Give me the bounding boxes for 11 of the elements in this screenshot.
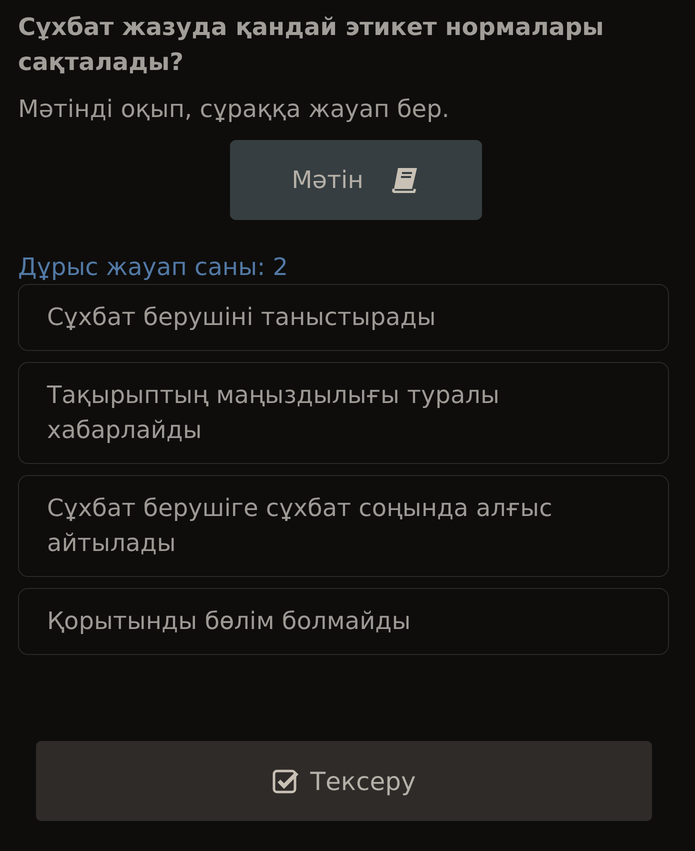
instruction-text: Мәтінді оқып, сұраққа жауап бер.	[18, 94, 450, 124]
question-title: Сұхбат жазуда қандай этикет нормалары сақталады?	[18, 12, 605, 78]
check-button[interactable]: Тексеру	[36, 741, 652, 821]
answer-option[interactable]: Сұхбат берушіні таныстырады	[18, 284, 669, 351]
answer-option[interactable]: Тақырыптың маңыздылығы туралы хабарлайды	[18, 362, 669, 464]
answer-option[interactable]: Сұхбат берушіге сұхбат соңында алғыс айтылады	[18, 475, 669, 577]
book-icon	[391, 167, 420, 193]
checkbox-icon	[272, 768, 300, 794]
answer-count: Дұрыс жауап саны: 2	[18, 252, 290, 282]
text-button[interactable]: Мәтін	[230, 140, 482, 220]
answer-option[interactable]: Қорытынды бөлім болмайды	[18, 588, 669, 655]
